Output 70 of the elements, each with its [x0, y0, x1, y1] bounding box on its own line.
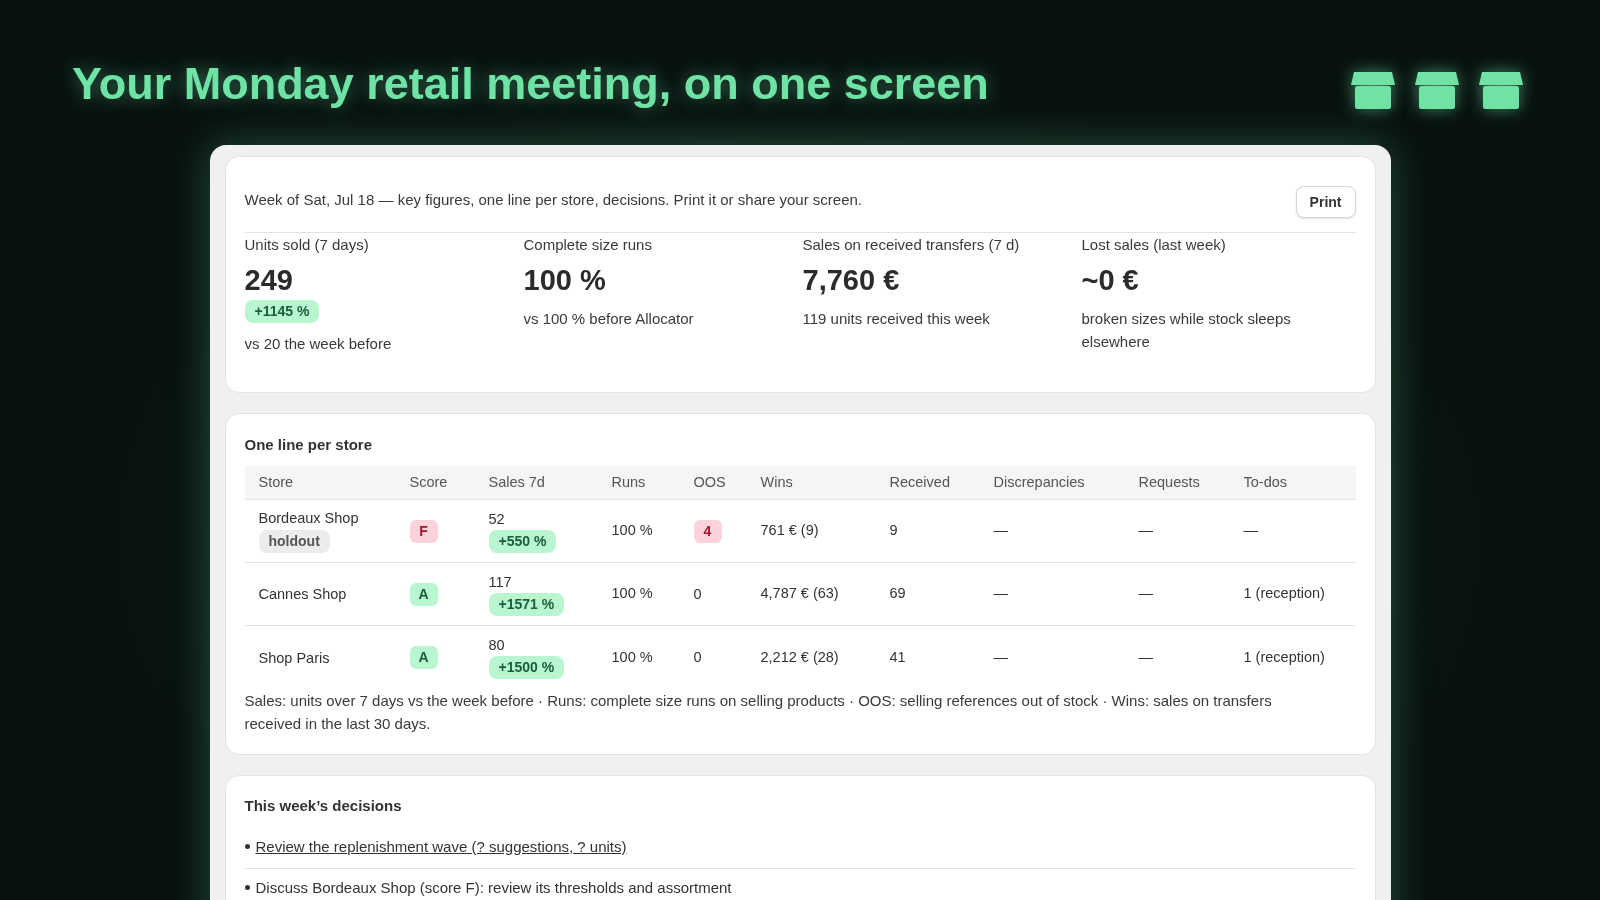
table-cell-text: — [1137, 584, 1154, 604]
metric-value: 100 % [523, 263, 607, 298]
score-badge: A [409, 646, 438, 669]
sales-value: 52 [488, 509, 505, 528]
column-header: Store [257, 472, 295, 492]
metric-value: ~0 € [1081, 263, 1140, 298]
holdout-tag: holdout [258, 530, 330, 553]
column-header: Requests [1137, 472, 1201, 492]
store-icon [1351, 71, 1395, 109]
table-cell-text: 69 [888, 584, 907, 604]
column-header: Wins [759, 472, 794, 492]
metric-value: 7,760 € [802, 263, 901, 298]
table-footnote: Sales: units over 7 days vs the week before · Runs: complete size runs on selling products · OOS: selling references out of stock · Wins: sales on transfers received in the last 30 days. [244, 691, 1273, 734]
change-badge: +1500 % [488, 656, 565, 679]
store-name: Bordeaux Shop [258, 509, 359, 527]
metric-label: Sales on received transfers (7 d) [802, 235, 1021, 255]
table-cell-text: 9 [888, 521, 899, 541]
metric-label: Complete size runs [523, 235, 653, 255]
intro-text: Week of Sat, Jul 18 — key figures, one line per store, decisions. Print it or share your screen. [244, 189, 862, 210]
table-cell-text: 1 (reception) [1242, 647, 1326, 667]
table-cell-text: 100 % [610, 647, 654, 667]
score-badge: A [409, 582, 438, 606]
column-header: OOS [692, 472, 727, 492]
print-button[interactable]: Print [1295, 186, 1356, 218]
metric-label: Units sold (7 days) [244, 235, 370, 255]
bullet-icon [244, 885, 250, 890]
sales-value: 117 [488, 572, 512, 591]
table-cell-text: 2,212 € (28) [759, 647, 840, 667]
store-icon [1479, 71, 1523, 109]
change-badge: +550 % [488, 529, 557, 553]
table-cell-text: 1 (reception) [1242, 584, 1326, 604]
table-cell-text: 100 % [610, 521, 654, 541]
table-cell-text: — [1137, 521, 1154, 541]
table-cell-text: 0 [693, 584, 702, 604]
column-header: Sales 7d [487, 472, 546, 492]
table-cell-text: 41 [888, 647, 907, 667]
table-cell-text: 100 % [610, 584, 654, 604]
table-cell-text: — [992, 647, 1009, 667]
section-title: One line per store [244, 435, 374, 455]
table-cell-text: 0 [693, 648, 702, 667]
table-cell-text: — [1242, 521, 1259, 541]
table-cell-text: — [992, 584, 1009, 604]
metric-note: vs 20 the week before [244, 334, 393, 354]
store-name: Cannes Shop [258, 585, 347, 603]
table-cell-text: 4,787 € (63) [759, 584, 840, 604]
section-title: This week’s decisions [244, 796, 403, 816]
table-cell-text: — [1137, 647, 1154, 667]
score-badge: F [409, 519, 438, 543]
table-cell-text: 761 € (9) [759, 521, 820, 541]
sales-value: 80 [488, 636, 505, 654]
table-cell-text: — [992, 521, 1009, 541]
store-name: Shop Paris [258, 648, 330, 667]
page-title: Your Monday retail meeting, on one screen [72, 58, 989, 110]
column-header: Runs [610, 472, 647, 492]
metric-note: vs 100 % before Allocator [523, 309, 695, 329]
column-header: To-dos [1242, 472, 1289, 492]
store-icon [1415, 71, 1459, 109]
decision-link[interactable]: Review the replenishment wave (? suggestions, ? units) [255, 835, 627, 858]
metric-label: Lost sales (last week) [1081, 235, 1227, 255]
column-header: Score [408, 472, 449, 492]
metric-value: 249 [244, 263, 294, 298]
column-header: Received [888, 472, 951, 492]
bullet-icon [244, 844, 250, 849]
oos-badge: 4 [693, 519, 722, 543]
decision-text: Discuss Bordeaux Shop (score F): review its thresholds and assortment [255, 878, 732, 898]
change-badge: +1145 % [244, 300, 320, 323]
metric-note: broken sizes while stock sleeps elsewhere [1081, 309, 1292, 352]
column-header: Discrepancies [992, 472, 1086, 492]
change-badge: +1571 % [488, 592, 565, 616]
metric-note: 119 units received this week [802, 309, 991, 329]
